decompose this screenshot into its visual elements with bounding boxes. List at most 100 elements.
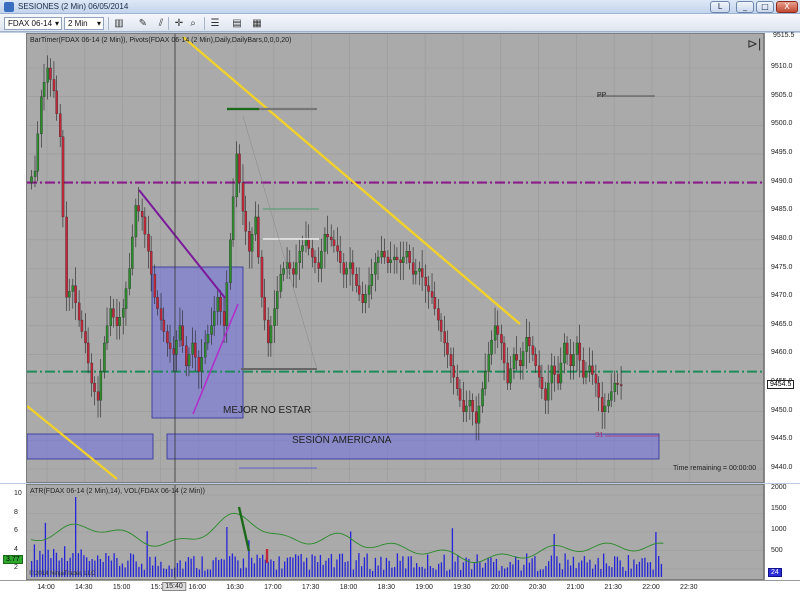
down-candle (531, 345, 535, 355)
time-tick: 20:00 (490, 584, 509, 591)
up-candle (187, 354, 191, 367)
down-candle (553, 365, 556, 375)
volume-bar (440, 562, 443, 577)
volume-bar (242, 558, 245, 577)
chart-trader-icon[interactable]: ▦ (250, 17, 264, 30)
volume-bar (388, 560, 390, 577)
down-candle (267, 319, 270, 344)
skip-to-end-icon[interactable]: ⊳| (747, 36, 761, 52)
session-box-left (27, 433, 154, 460)
volume-bar (330, 553, 333, 577)
volume-bar (509, 561, 511, 577)
down-candle (582, 360, 585, 378)
up-candle (603, 405, 607, 412)
bar-type-icon[interactable]: ▥ (112, 17, 126, 30)
volume-bar (185, 561, 187, 577)
up-candle (206, 334, 210, 344)
down-candle (115, 317, 119, 326)
instrument-selector[interactable]: FDAX 06-14 ▾ (4, 17, 62, 30)
up-candle (210, 325, 213, 335)
down-candle (420, 268, 424, 278)
volume-bar (638, 561, 641, 577)
zoom-icon[interactable]: ⌕ (186, 17, 200, 30)
up-candle (509, 368, 512, 384)
volume-bar (482, 567, 484, 577)
volume-bar (157, 565, 159, 577)
volume-bar (366, 553, 368, 577)
indicator-icon[interactable]: ⫽ (154, 17, 168, 30)
volume-bar (556, 556, 558, 577)
time-tick: 21:30 (604, 584, 622, 591)
volume-bar (405, 568, 407, 577)
volume-bar (394, 566, 396, 577)
volume-bar (300, 554, 302, 577)
volume-bar (636, 564, 638, 577)
price-chart[interactable]: BarTimer(FDAX 06-14 (2 Min)), Pivots(FDA… (26, 33, 764, 483)
volume-bar (141, 563, 143, 577)
crosshair-icon[interactable]: ✛ (172, 17, 186, 30)
down-candle (452, 365, 455, 378)
volume-bar (253, 563, 256, 577)
close-button[interactable]: X (776, 1, 798, 13)
atr-volume-svg[interactable] (27, 485, 764, 580)
volume-bar (116, 557, 118, 577)
volume-bar (570, 565, 572, 577)
volume-bar (363, 557, 366, 577)
volume-bar (135, 561, 137, 577)
chevron-down-icon: ▾ (54, 19, 59, 28)
chart-window: SESIONES (2 Min) 06/05/2014 L _ □ X FDAX… (0, 0, 800, 594)
down-candle (137, 205, 140, 212)
draw-tool-icon[interactable]: ✎ (136, 17, 150, 30)
volume-bar (119, 565, 121, 577)
chart-toolbar: FDAX 06-14 ▾ 2 Min ▾ ▥ ✎ ⫽ ✛ ⌕ ☰ ▤ ▦ (0, 14, 800, 32)
volume-value-tag: 24 (768, 568, 782, 577)
price-axis[interactable]: 9515.5 9510.0 9505.0 9500.0 9495.0 9490.0 948… (764, 32, 800, 483)
down-candle (52, 79, 56, 92)
price-tick: 9485.0 (771, 206, 793, 214)
up-candle (610, 391, 613, 401)
maximize-button[interactable]: □ (756, 1, 774, 13)
subpanel-label: ATR(FDAX 06-14 (2 Min),14), VOL(FDAX 06-… (30, 488, 205, 495)
time-axis[interactable]: 14:00 14:30 15:00 15:30 16:00 16:30 17:00 17:30… (0, 580, 800, 594)
price-chart-svg[interactable] (27, 34, 764, 483)
volume-bar (457, 554, 459, 577)
down-candle (143, 216, 147, 235)
up-candle (414, 271, 418, 275)
volume-bar (611, 567, 613, 577)
down-candle (197, 357, 201, 372)
volume-bar (473, 562, 476, 577)
atr-volume-panel[interactable]: ATR(FDAX 06-14 (2 Min),14), VOL(FDAX 06-… (26, 484, 764, 580)
volume-bar (528, 562, 531, 577)
volume-bar (561, 569, 564, 577)
volume-bar (176, 562, 179, 577)
time-tick: 17:00 (264, 584, 282, 591)
data-box-icon[interactable]: ▤ (230, 17, 244, 30)
volume-bar (553, 533, 555, 577)
up-candle (30, 176, 33, 183)
up-candle (36, 133, 40, 172)
down-candle (162, 319, 166, 332)
lock-button[interactable]: L (710, 1, 730, 13)
volume-bar (108, 555, 110, 577)
time-remaining-label: Time remaining = 00:00:00 (673, 465, 757, 472)
volume-bar (292, 557, 294, 577)
up-candle (483, 371, 487, 389)
time-tick: 18:00 (339, 584, 358, 591)
time-tick: 20:30 (528, 584, 547, 591)
volume-bar (603, 553, 605, 577)
volume-bar (132, 554, 135, 577)
down-candle (556, 374, 560, 384)
volume-bar (352, 569, 355, 577)
volume-bar (231, 553, 234, 577)
up-candle (131, 236, 134, 269)
volume-bar (317, 562, 319, 577)
volume-bar (303, 561, 305, 577)
minimize-button[interactable]: _ (736, 1, 754, 13)
volume-bar (622, 566, 624, 577)
volume-bar (374, 557, 377, 577)
interval-selector[interactable]: 2 Min ▾ (64, 17, 104, 30)
volume-bar (380, 556, 382, 577)
properties-icon[interactable]: ☰ (208, 17, 222, 30)
price-tick: 9440.0 (771, 464, 793, 471)
atr-tick: 2 (14, 564, 18, 571)
